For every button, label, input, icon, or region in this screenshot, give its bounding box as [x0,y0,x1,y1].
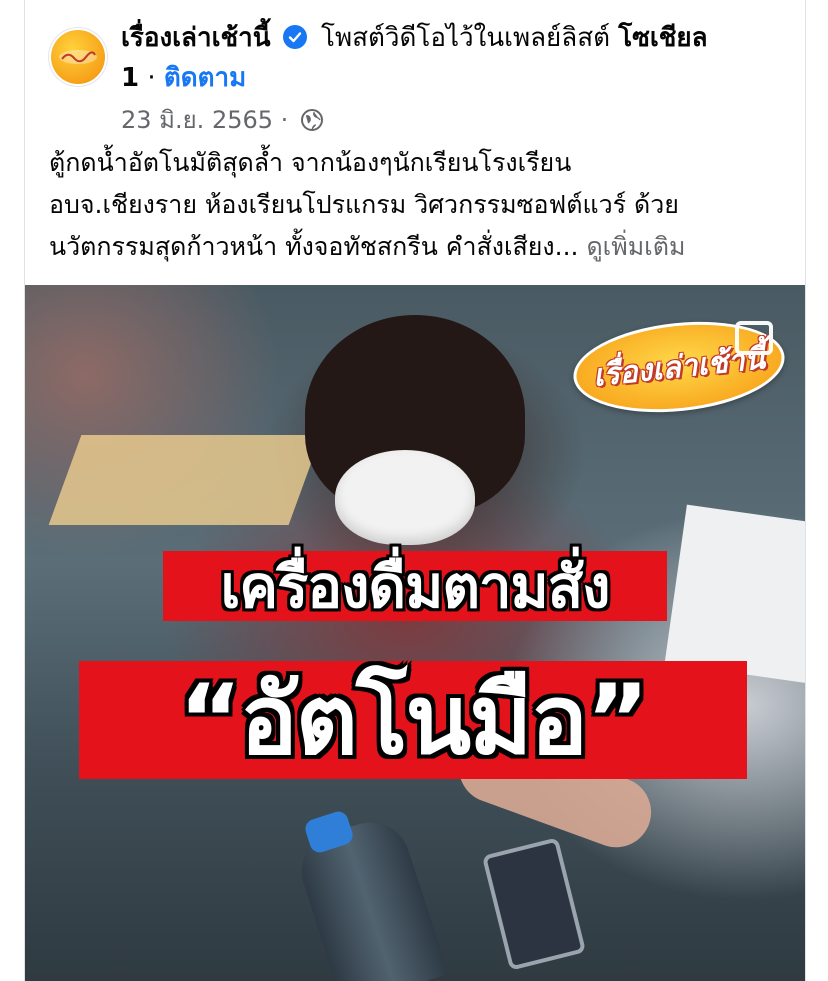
page-avatar[interactable] [49,28,107,86]
caption-line: อบจ.เชียงราย ห้องเรียนโปรแกรม วิศวกรรมซอ… [49,190,679,219]
video-title-banner-2: “อัตโนมือ” [79,661,747,779]
desk-shape [48,435,322,525]
paper-shape [664,504,805,686]
post-date-link[interactable]: 23 มิ.ย. 2565 [121,106,273,134]
caption-line-text: นวัตกรรมสุดก้าวหน้า ทั้งจอทัชสกรีน คำสั่… [49,232,579,261]
playlist-link[interactable]: โซเชียล [618,23,707,53]
caption-line: ตู้กดน้ำอัตโนมัติสุดล้ำ จากน้องๆนักเรียน… [49,148,572,177]
post-caption: ตู้กดน้ำอัตโนมัติสุดล้ำ จากน้องๆนักเรียน… [49,142,789,268]
post-header-line-2: 1 · ติดตาม [121,58,246,98]
header-separator: · [147,63,156,93]
playlist-link-continued[interactable]: 1 [121,63,139,93]
video-player[interactable]: เรื่องเล่าเช้านี้ เครื่องดื่มตามสั่ง “อั… [25,285,805,981]
page-name-link[interactable]: เรื่องเล่าเช้านี้ [121,23,271,53]
page-logo-icon [51,30,105,84]
globe-icon [300,106,324,142]
post-meta: 23 มิ.ย. 2565 · [121,102,324,142]
phone-shape [481,837,587,971]
follow-button[interactable]: ติดตาม [164,63,246,93]
video-title-banner-1: เครื่องดื่มตามสั่ง [163,551,667,621]
post-card: เรื่องเล่าเช้านี้ โพสต์วิดีโอไว้ในเพลย์ล… [24,0,806,981]
see-more-link[interactable]: ดูเพิ่มเติม [586,232,685,261]
video-title-line-1: เครื่องดื่มตามสั่ง [220,552,610,621]
post-header: เรื่องเล่าเช้านี้ โพสต์วิดีโอไว้ในเพลย์ล… [121,18,801,58]
video-title-line-2: “อัตโนมือ” [178,664,649,776]
post-action-text: โพสต์วิดีโอไว้ในเพลย์ลิสต์ [321,23,610,53]
verified-badge-icon [282,25,307,49]
face-mask-shape [335,450,475,545]
meta-separator: · [280,106,289,134]
fullscreen-icon[interactable] [735,321,773,355]
caption-line: นวัตกรรมสุดก้าวหน้า ทั้งจอทัชสกรีน คำสั่… [49,226,789,268]
